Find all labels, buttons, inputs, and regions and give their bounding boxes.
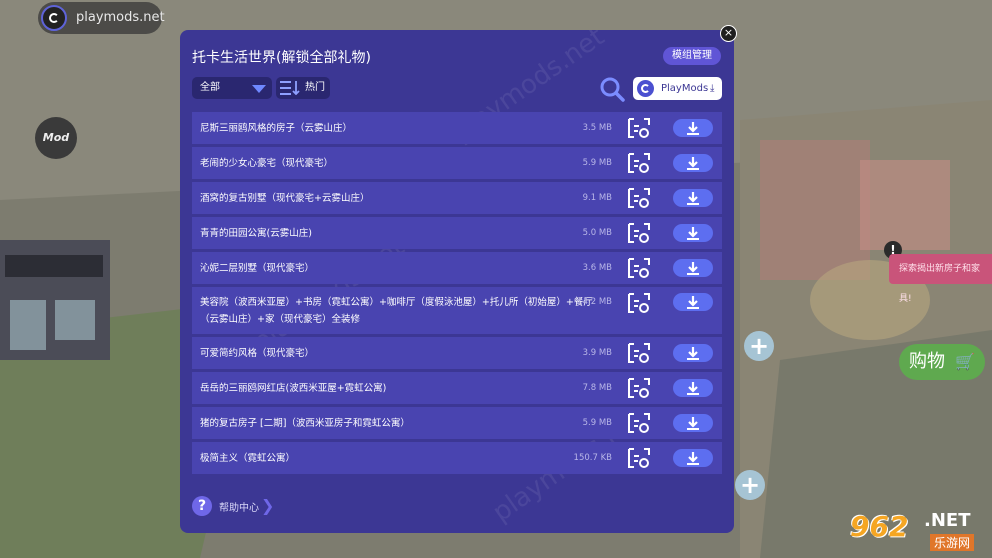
shop-button[interactable]: 购物 🛒: [899, 344, 985, 380]
item-name: 岳岳的三丽鸥网红店(波西米亚屋+霓虹公寓): [200, 382, 387, 394]
collection-icon[interactable]: [627, 117, 651, 139]
site-watermark-cn: 乐游网: [930, 534, 975, 551]
close-icon[interactable]: ×: [720, 25, 737, 42]
item-name: 青青的田园公寓(云雾山庄): [200, 227, 312, 239]
item-name: 老闹的少女心豪宅（现代豪宅）: [200, 157, 334, 169]
download-icon: [687, 227, 699, 240]
site-watermark-suffix: .NET: [924, 510, 971, 531]
list-item[interactable]: 猪的复古房子 [二期]（波西米亚房子和霓虹公寓） 5.9 MB: [192, 407, 722, 439]
item-name: 酒窝的复古别墅（现代豪宅+云雾山庄）: [200, 192, 370, 204]
collection-icon[interactable]: [627, 342, 651, 364]
help-icon: ?: [192, 496, 212, 516]
dialog-title: 托卡生活世界(解锁全部礼物): [192, 50, 371, 66]
filter-value: 全部: [200, 82, 220, 93]
download-button[interactable]: [673, 224, 713, 242]
sort-label: 热门: [305, 82, 325, 93]
collection-icon[interactable]: [627, 377, 651, 399]
shop-label: 购物: [909, 351, 945, 372]
download-button[interactable]: [673, 189, 713, 207]
list-item[interactable]: 岳岳的三丽鸥网红店(波西米亚屋+霓虹公寓) 7.8 MB: [192, 372, 722, 404]
download-icon: [687, 157, 699, 170]
download-icon: [687, 347, 699, 360]
site-watermark: 962 .NET 乐游网: [850, 508, 988, 554]
item-size: 9.1 MB: [582, 193, 612, 203]
mod-menu-button[interactable]: Mod: [35, 117, 77, 159]
list-item[interactable]: 极简主义（霓虹公寓） 150.7 KB: [192, 442, 722, 474]
download-button[interactable]: [673, 344, 713, 362]
collection-icon[interactable]: [627, 152, 651, 174]
mod-dialog: playmods.net playmods.net playmods.net 托…: [180, 30, 734, 533]
list-item[interactable]: 沁妮二层别墅（现代豪宅） 3.6 MB: [192, 252, 722, 284]
collection-icon[interactable]: [627, 447, 651, 469]
playmods-watermark-badge: playmods.net: [38, 2, 165, 34]
download-button[interactable]: [673, 119, 713, 137]
collection-icon[interactable]: [627, 412, 651, 434]
download-icon: [687, 122, 699, 135]
site-watermark-number: 962: [850, 510, 909, 543]
search-icon[interactable]: [599, 76, 625, 102]
download-button[interactable]: [673, 259, 713, 277]
download-icon: [687, 296, 699, 309]
item-size: 3.6 MB: [582, 263, 612, 273]
download-icon: [687, 452, 699, 465]
add-button[interactable]: +: [735, 470, 765, 500]
collection-icon[interactable]: [627, 292, 651, 314]
download-icon: [687, 417, 699, 430]
list-item[interactable]: 青青的田园公寓(云雾山庄) 5.0 MB: [192, 217, 722, 249]
badge-text: playmods.net: [76, 10, 165, 25]
item-name: 可爱简约风格（现代豪宅）: [200, 347, 315, 359]
download-button[interactable]: [673, 154, 713, 172]
download-button[interactable]: [673, 414, 713, 432]
item-name: 猪的复古房子 [二期]（波西米亚房子和霓虹公寓）: [200, 417, 410, 429]
item-size: 150.7 KB: [573, 453, 612, 463]
sort-button[interactable]: 热门: [276, 77, 330, 99]
item-size: 4.2 MB: [582, 297, 612, 307]
mod-manage-button[interactable]: 模组管理: [663, 47, 721, 65]
help-label: 帮助中心: [219, 503, 259, 514]
item-size: 7.8 MB: [582, 383, 612, 393]
item-name: 极简主义（霓虹公寓）: [200, 452, 296, 464]
item-size: 3.9 MB: [582, 348, 612, 358]
mod-list: 尼斯三丽鸥风格的房子（云雾山庄） 3.5 MB 老闹的少女心豪宅（现代豪宅） 5.9 …: [192, 112, 722, 477]
collection-icon[interactable]: [627, 257, 651, 279]
category-filter-select[interactable]: 全部: [192, 77, 272, 99]
item-name-line: （云雾山庄）+家（现代豪宅）全装修: [200, 314, 360, 325]
chevron-right-icon: ❯: [261, 496, 275, 515]
caret-down-icon: [252, 85, 266, 93]
download-icon: [687, 262, 699, 275]
list-item[interactable]: 可爱简约风格（现代豪宅） 3.9 MB: [192, 337, 722, 369]
list-item[interactable]: 尼斯三丽鸥风格的房子（云雾山庄） 3.5 MB: [192, 112, 722, 144]
item-size: 5.0 MB: [582, 228, 612, 238]
download-button[interactable]: [673, 379, 713, 397]
sort-icon: [280, 81, 300, 95]
playmods-label: PlayMods: [661, 83, 709, 94]
collection-icon[interactable]: [627, 222, 651, 244]
item-size: 5.9 MB: [582, 418, 612, 428]
download-icon: [687, 382, 699, 395]
download-button[interactable]: [673, 449, 713, 467]
item-name: 沁妮二层别墅（现代豪宅）: [200, 262, 315, 274]
item-name: 美容院（波西米亚屋）+书房（霓虹公寓）+咖啡厅（度假泳池屋）+托儿所（初始屋）+…: [200, 294, 593, 328]
list-item[interactable]: 老闹的少女心豪宅（现代豪宅） 5.9 MB: [192, 147, 722, 179]
item-name-line: 美容院（波西米亚屋）+书房（霓虹公寓）+咖啡厅（度假泳池屋）+托儿所（初始屋）+…: [200, 297, 593, 308]
cart-icon: 🛒: [955, 352, 975, 371]
download-icon: [687, 192, 699, 205]
add-button[interactable]: +: [744, 331, 774, 361]
list-item[interactable]: 酒窝的复古别墅（现代豪宅+云雾山庄） 9.1 MB: [192, 182, 722, 214]
download-arrow-icon: ⤓: [710, 83, 715, 94]
item-size: 3.5 MB: [582, 123, 612, 133]
playmods-logo-icon: [637, 80, 654, 97]
explore-tag[interactable]: 探索揭出新房子和家具!: [889, 254, 992, 304]
playmods-download-button[interactable]: PlayMods ⤓: [633, 77, 722, 100]
item-name: 尼斯三丽鸥风格的房子（云雾山庄）: [200, 122, 353, 134]
collection-icon[interactable]: [627, 187, 651, 209]
playmods-logo-icon: [41, 5, 67, 31]
list-item[interactable]: 美容院（波西米亚屋）+书房（霓虹公寓）+咖啡厅（度假泳池屋）+托儿所（初始屋）+…: [192, 287, 722, 334]
item-size: 5.9 MB: [582, 158, 612, 168]
download-button[interactable]: [673, 293, 713, 311]
